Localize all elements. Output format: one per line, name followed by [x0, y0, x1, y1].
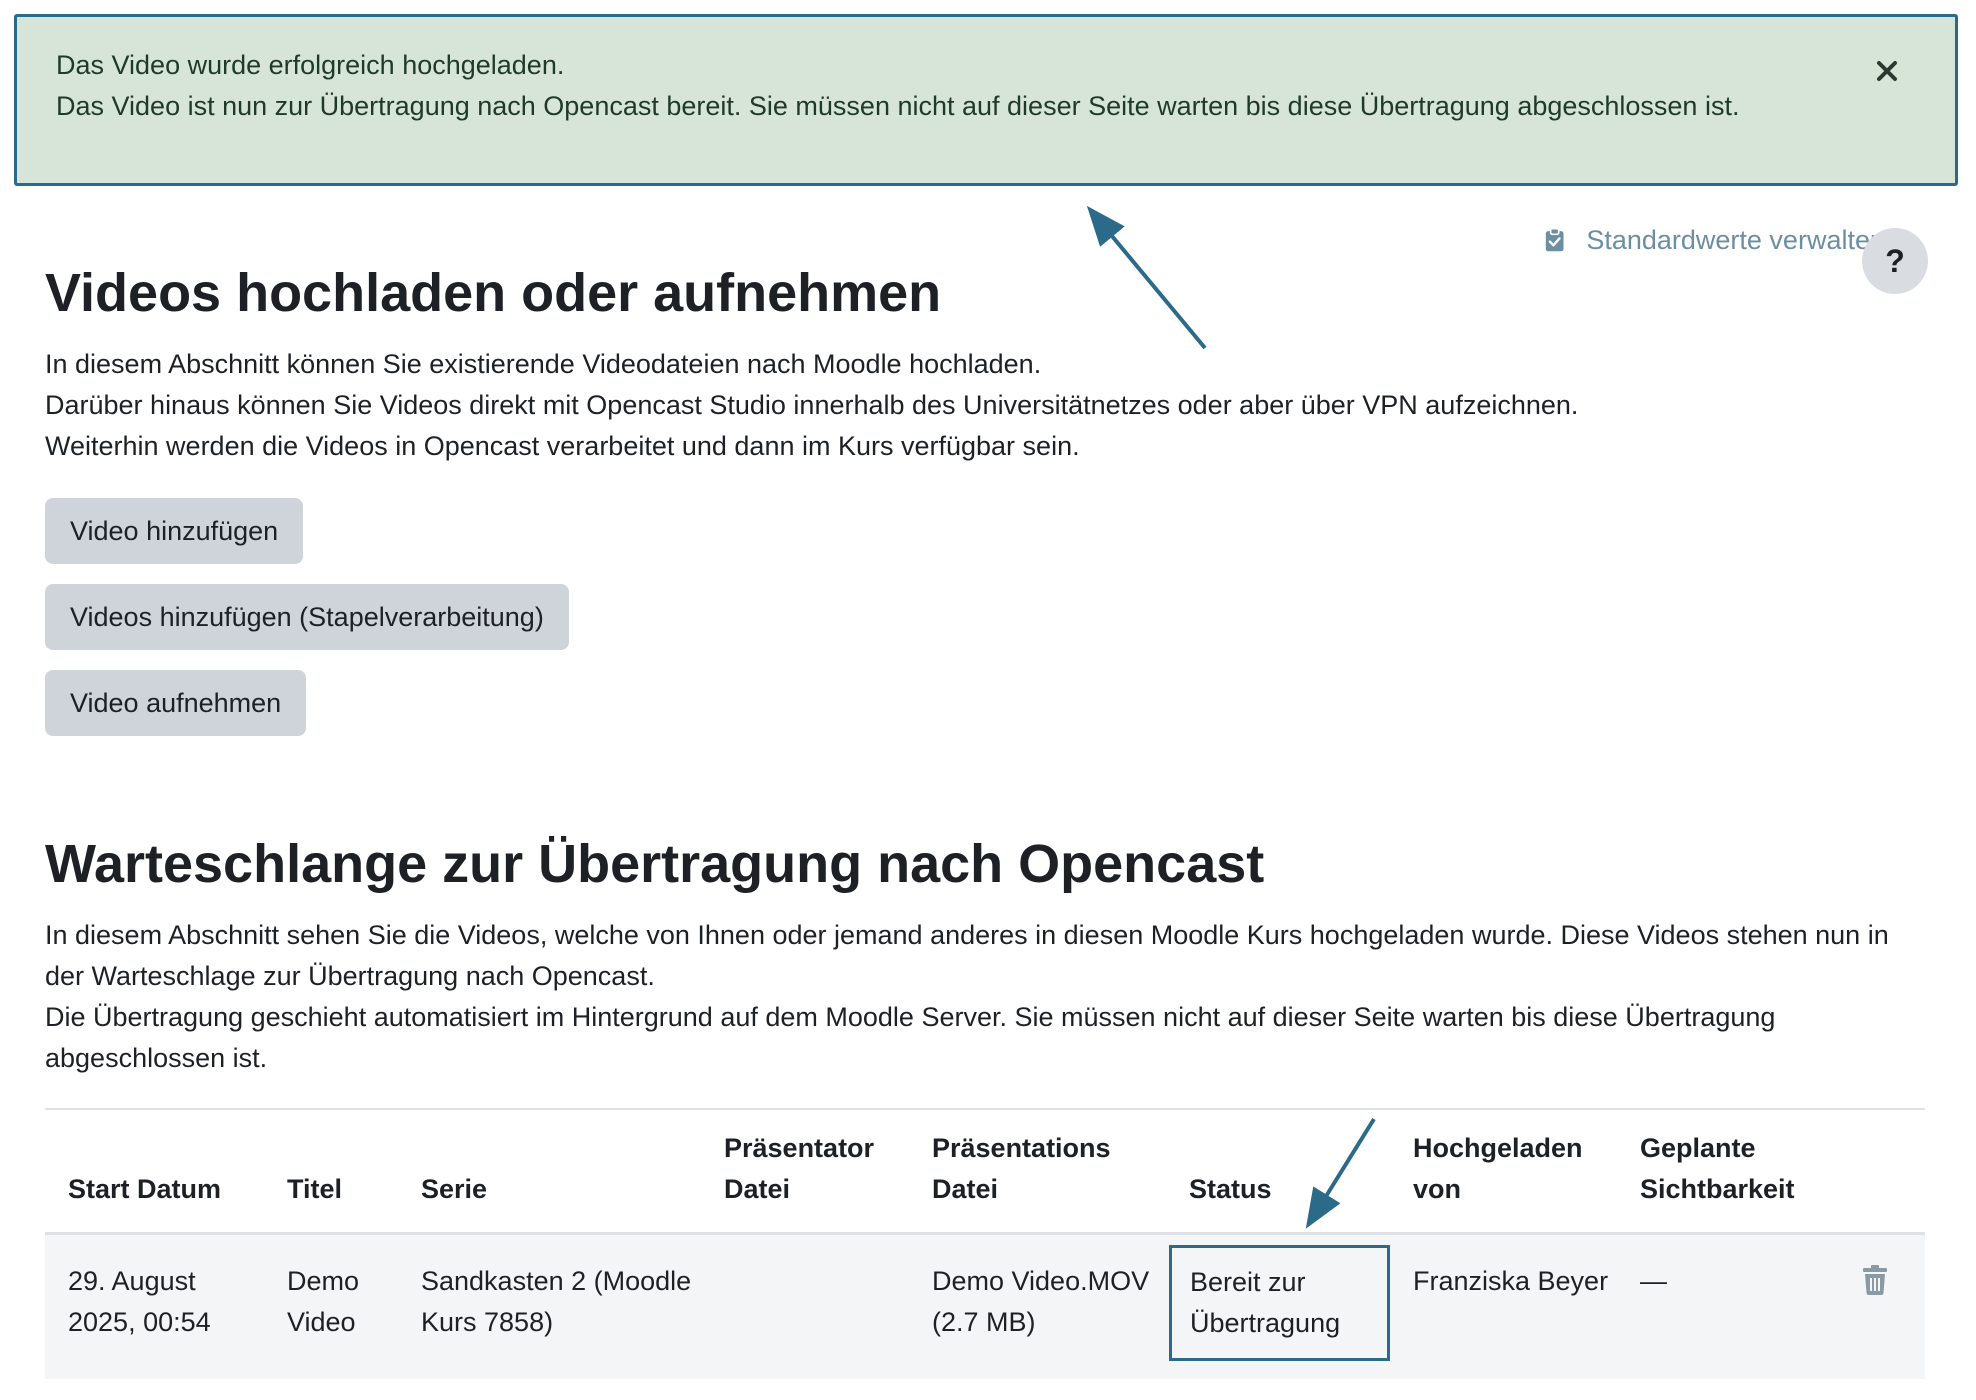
success-alert: Das Video wurde erfolgreich hochgeladen.… [14, 14, 1958, 186]
cell-visibility: — [1640, 1266, 1667, 1296]
cell-title: Demo Video [287, 1266, 360, 1337]
alert-message-line-2: Das Video ist nun zur Übertragung nach O… [56, 91, 1740, 121]
upload-section: Videos hochladen oder aufnehmen In diese… [45, 260, 1925, 736]
manage-defaults-label: Standardwerte verwalten [1586, 224, 1885, 255]
clipboard-check-icon [1545, 227, 1564, 252]
upload-queue-table: Start Datum Titel Serie Präsentator Date… [45, 1110, 1925, 1379]
cell-start-date: 29. August 2025, 00:54 [68, 1266, 211, 1337]
col-header-series[interactable]: Serie [398, 1110, 701, 1234]
col-header-title[interactable]: Titel [264, 1110, 398, 1234]
col-header-start-date[interactable]: Start Datum [45, 1110, 264, 1234]
alert-close-button[interactable] [1867, 51, 1907, 91]
upload-desc-1: In diesem Abschnitt können Sie existiere… [45, 349, 1042, 379]
cell-uploaded-by: Franziska Beyer [1413, 1266, 1609, 1296]
cell-status: Bereit zur Übertragung [1166, 1234, 1390, 1380]
alert-message-line-1: Das Video wurde erfolgreich hochgeladen. [56, 50, 565, 80]
cell-series: Sandkasten 2 (Moodle Kurs 7858) [421, 1266, 692, 1337]
status-highlight-box: Bereit zur Übertragung [1169, 1245, 1390, 1361]
table-row: 29. August 2025, 00:54 Demo Video Sandka… [45, 1233, 1925, 1380]
col-header-status: Status [1189, 1174, 1272, 1204]
col-header-presentation-file: Präsentations Datei [932, 1133, 1111, 1204]
col-header-visibility: Geplante Sichtbarkeit [1640, 1133, 1795, 1204]
add-videos-batch-button[interactable]: Videos hinzufügen (Stapelverarbeitung) [45, 584, 569, 650]
upload-section-title: Videos hochladen oder aufnehmen [45, 263, 942, 323]
queue-desc-1: In diesem Abschnitt sehen Sie die Videos… [45, 920, 1889, 991]
col-header-uploaded-by: Hochgeladen von [1413, 1133, 1583, 1204]
queue-section-title: Warteschlange zur Übertragung nach Openc… [45, 834, 1265, 894]
cell-actions [1825, 1234, 1925, 1380]
add-video-button[interactable]: Video hinzufügen [45, 498, 304, 564]
upload-queue-table-wrapper: Start Datum Titel Serie Präsentator Date… [45, 1108, 1925, 1400]
manage-defaults-link[interactable]: Standardwerte verwalten [1545, 220, 1885, 260]
table-header-row: Start Datum Titel Serie Präsentator Date… [45, 1110, 1925, 1234]
col-header-actions [1825, 1110, 1925, 1234]
upload-desc-3: Weiterhin werden die Videos in Opencast … [45, 431, 1080, 461]
trash-icon [1863, 1265, 1887, 1295]
record-video-button[interactable]: Video aufnehmen [45, 670, 307, 736]
cell-presentation-file: Demo Video.MOV (2.7 MB) [932, 1266, 1150, 1337]
delete-button[interactable] [1848, 1265, 1888, 1301]
close-icon [1877, 61, 1897, 81]
upload-desc-2: Darüber hinaus können Sie Videos direkt … [45, 390, 1579, 420]
status-text: Bereit zur Übertragung [1190, 1267, 1341, 1338]
queue-desc-2: Die Übertragung geschieht automatisiert … [45, 1002, 1776, 1073]
queue-section: Warteschlange zur Übertragung nach Openc… [45, 831, 1925, 1079]
col-header-presenter-file: Präsentator Datei [724, 1133, 875, 1204]
cell-presenter-file [701, 1234, 909, 1380]
